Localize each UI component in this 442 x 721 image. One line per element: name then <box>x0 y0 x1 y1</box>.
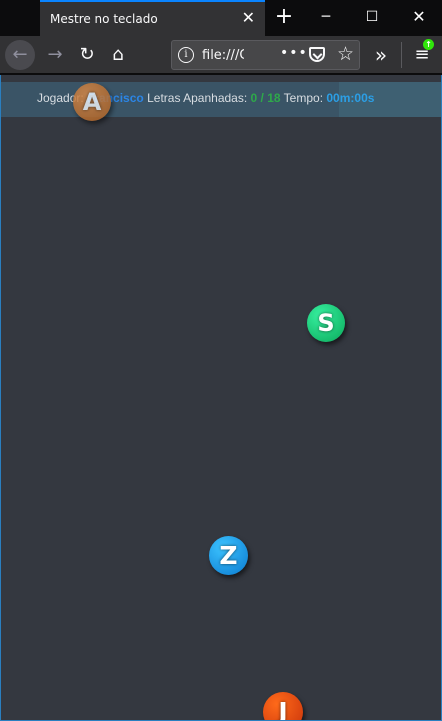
caught-label: Letras Apanhadas: <box>147 91 248 105</box>
toolbar-divider <box>401 42 402 68</box>
info-icon[interactable]: i <box>178 47 194 63</box>
game-area: Jogador: Francisco Letras Apanhadas: 0 /… <box>0 75 442 721</box>
home-icon[interactable]: ⌂ <box>103 40 133 70</box>
tab-title: Mestre no teclado <box>50 12 158 26</box>
falling-letter-a: A <box>73 83 111 121</box>
reload-icon[interactable]: ↻ <box>72 40 102 70</box>
falling-letter-j: J <box>263 692 303 720</box>
maximize-button[interactable]: ☐ <box>349 0 395 36</box>
active-tab[interactable]: Mestre no teclado ✕ <box>40 0 265 36</box>
falling-letter-z: Z <box>209 536 248 575</box>
bookmark-star-icon[interactable]: ☆ <box>337 43 354 65</box>
navigation-toolbar: ← → ↻ ⌂ i file:///C ••• ☆ » ≡ <box>0 36 442 74</box>
minimize-button[interactable]: ─ <box>303 0 349 36</box>
page-actions-icon[interactable]: ••• <box>280 45 308 61</box>
pocket-icon[interactable] <box>309 47 325 62</box>
time-value: 00m:00s <box>326 91 375 105</box>
tab-strip: Mestre no teclado ✕ + ─ ☐ ✕ <box>0 0 442 36</box>
caught-count: 0 / 18 <box>250 91 281 105</box>
overflow-chevron-icon[interactable]: » <box>366 40 396 70</box>
time-label: Tempo: <box>283 91 324 105</box>
status-bar: Jogador: Francisco Letras Apanhadas: 0 /… <box>1 82 441 117</box>
falling-letter-s: S <box>307 304 345 342</box>
tab-close-icon[interactable]: ✕ <box>242 8 255 27</box>
new-tab-button[interactable]: + <box>272 4 296 30</box>
update-badge-icon: ↑ <box>423 39 434 50</box>
url-text[interactable]: file:///C <box>202 48 244 63</box>
forward-arrow-icon[interactable]: → <box>40 40 70 70</box>
back-arrow-icon[interactable]: ← <box>5 40 35 70</box>
url-bar[interactable]: i file:///C ••• ☆ <box>171 40 360 70</box>
close-window-button[interactable]: ✕ <box>396 0 442 36</box>
